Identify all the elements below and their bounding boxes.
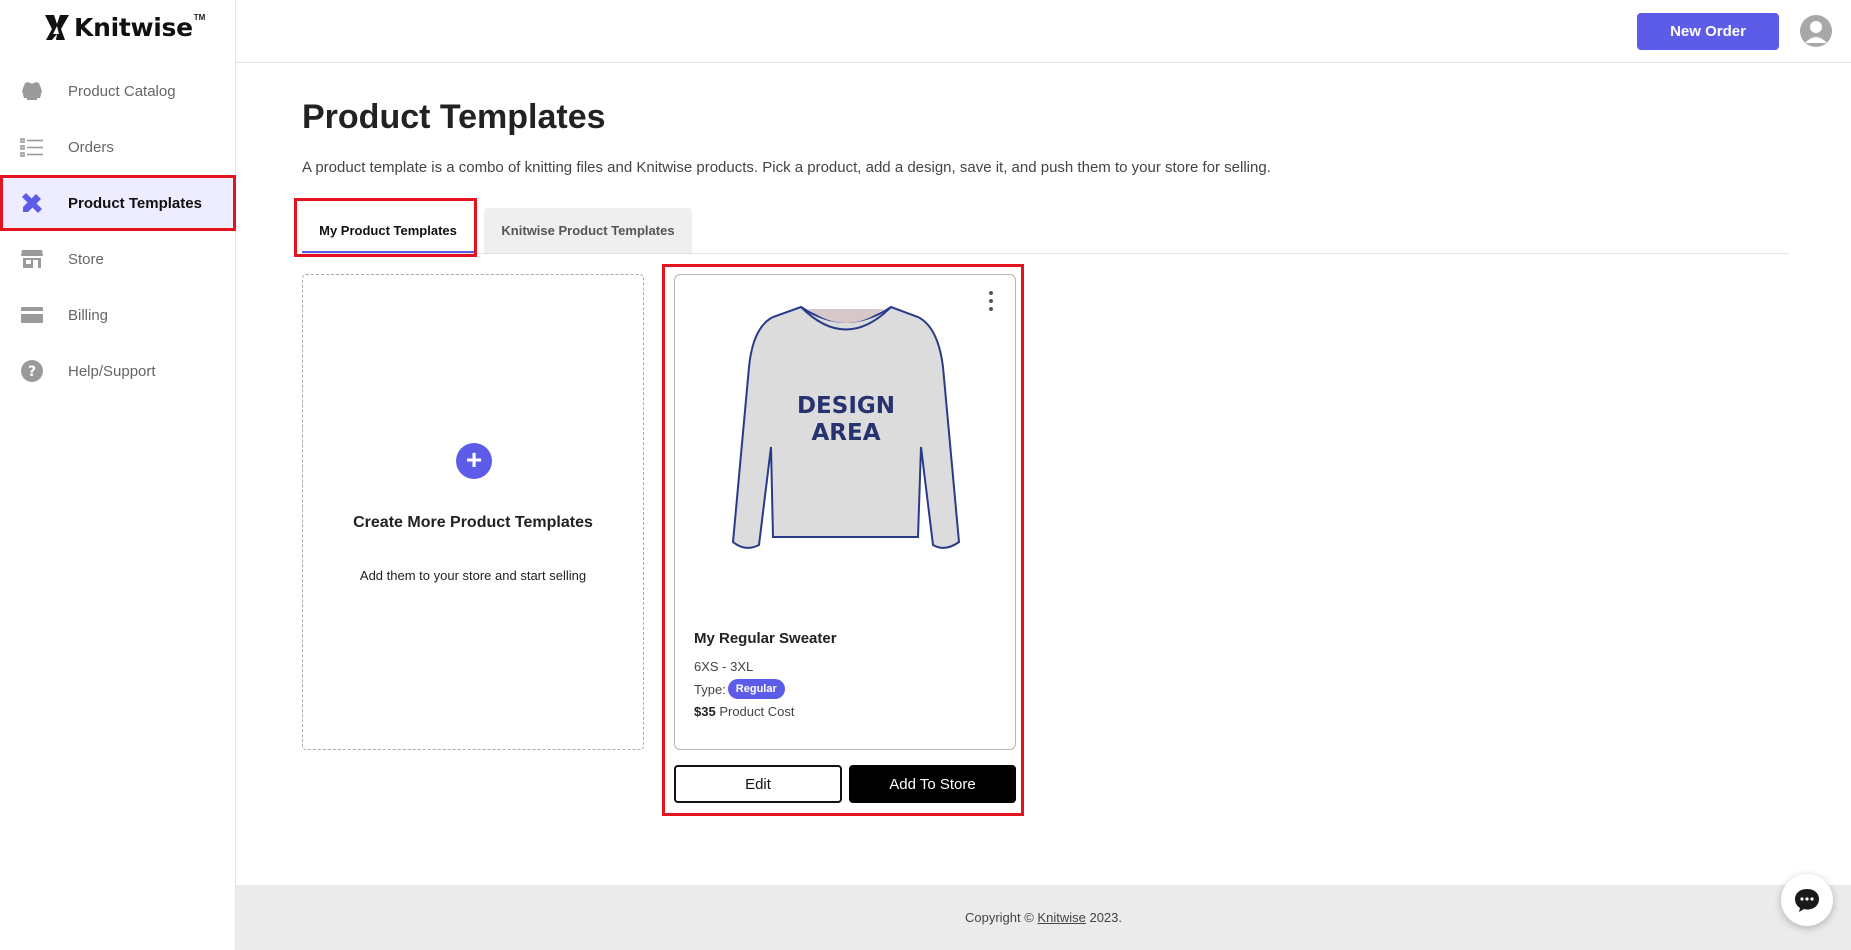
- sidebar-item-store[interactable]: Store: [0, 231, 236, 287]
- sidebar-item-product-catalog[interactable]: Product Catalog: [0, 63, 236, 119]
- page-description: A product template is a combo of knittin…: [302, 159, 1271, 176]
- user-avatar[interactable]: [1800, 15, 1832, 47]
- question-icon: ?: [20, 359, 44, 383]
- footer: Copyright © Knitwise 2023.: [236, 885, 1851, 950]
- template-tabs: My Product Templates Knitwise Product Te…: [302, 208, 1789, 254]
- product-type: Type: Regular: [694, 679, 785, 699]
- chat-widget-button[interactable]: [1781, 874, 1833, 926]
- sidebar-item-label: Product Templates: [68, 194, 202, 212]
- sidebar: Knitwise TM Product Catalog Orders Produ…: [0, 0, 236, 950]
- user-icon: [1805, 21, 1827, 43]
- copyright-text: Copyright © Knitwise 2023.: [236, 910, 1851, 925]
- copyright-year: 2023.: [1089, 910, 1123, 925]
- brand-logo[interactable]: Knitwise TM: [42, 12, 205, 42]
- page-title: Product Templates: [302, 98, 606, 136]
- top-bar: New Order: [236, 0, 1851, 63]
- sidebar-item-label: Store: [68, 250, 104, 268]
- create-template-card[interactable]: + Create More Product Templates Add them…: [302, 274, 644, 750]
- chat-icon: [1795, 889, 1819, 912]
- svg-text:?: ?: [28, 364, 36, 380]
- sidebar-item-product-templates[interactable]: Product Templates: [0, 175, 236, 231]
- new-order-button[interactable]: New Order: [1637, 13, 1779, 50]
- sidebar-nav: Product Catalog Orders Product Templates…: [0, 63, 236, 399]
- credit-card-icon: [20, 303, 44, 327]
- knitwise-link[interactable]: Knitwise: [1037, 910, 1085, 925]
- tab-my-product-templates[interactable]: My Product Templates: [302, 208, 474, 253]
- create-card-subtitle: Add them to your store and start selling: [359, 568, 587, 583]
- brand-trademark: TM: [193, 12, 206, 22]
- list-icon: [20, 135, 44, 159]
- sidebar-item-billing[interactable]: Billing: [0, 287, 236, 343]
- plus-icon: +: [456, 443, 492, 479]
- sidebar-item-help-support[interactable]: ? Help/Support: [0, 343, 236, 399]
- add-to-store-button[interactable]: Add To Store: [849, 765, 1016, 803]
- product-type-badge: Regular: [727, 679, 785, 699]
- design-area-line1: DESIGN: [797, 393, 895, 419]
- edit-button[interactable]: Edit: [674, 765, 842, 803]
- copyright-prefix: Copyright ©: [964, 910, 1034, 925]
- pencil-ruler-icon: [20, 191, 44, 215]
- create-card-title: Create More Product Templates: [353, 514, 593, 531]
- sidebar-item-label: Help/Support: [68, 362, 156, 380]
- more-options-icon[interactable]: [987, 291, 995, 311]
- product-sizes: 6XS - 3XL: [694, 659, 754, 674]
- sweater-image: DESIGN AREA: [731, 305, 961, 549]
- knitwise-logo-icon: [45, 15, 69, 40]
- sidebar-item-label: Orders: [68, 138, 114, 156]
- sidebar-item-label: Product Catalog: [68, 82, 176, 100]
- brand-name: Knitwise: [74, 12, 193, 42]
- product-name: My Regular Sweater: [694, 630, 837, 647]
- product-cost: $35 Product Cost: [694, 704, 794, 719]
- sidebar-item-label: Billing: [68, 306, 109, 324]
- sidebar-item-orders[interactable]: Orders: [0, 119, 236, 175]
- storefront-icon: [20, 247, 44, 271]
- tab-knitwise-product-templates[interactable]: Knitwise Product Templates: [484, 208, 692, 253]
- sweater-icon: [20, 79, 44, 103]
- product-price-label: Product Cost: [719, 704, 795, 719]
- design-area-line2: AREA: [811, 420, 880, 446]
- product-type-label: Type:: [694, 681, 726, 697]
- product-price: $35: [694, 704, 716, 719]
- product-template-card[interactable]: DESIGN AREA My Regular Sweater 6XS - 3XL…: [674, 274, 1016, 750]
